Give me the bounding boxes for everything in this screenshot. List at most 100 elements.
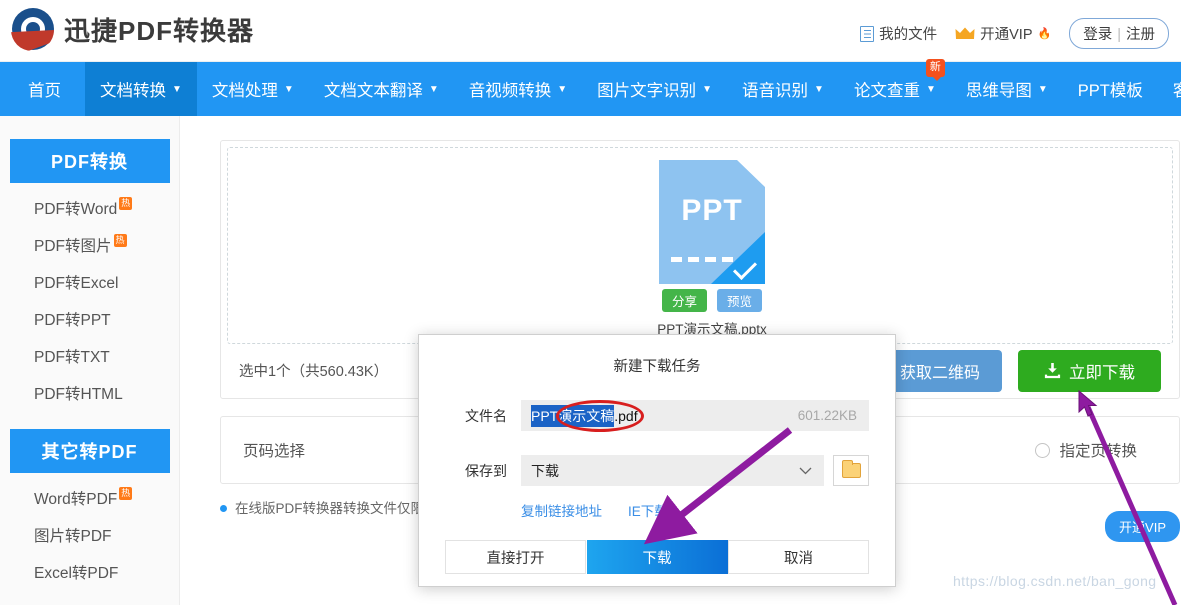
nav-item-paper-check[interactable]: 新 论文查重 ▼	[839, 59, 951, 116]
chevron-down-icon: ▼	[557, 84, 568, 95]
specified-page-option[interactable]: 指定页转换	[1035, 439, 1137, 461]
fire-icon: 🔥	[1037, 28, 1052, 40]
sidebar-item-label: Word转PDF	[34, 490, 118, 508]
nav-label: 客户端	[1173, 77, 1181, 101]
nav-item-mindmap[interactable]: 思维导图 ▼	[951, 62, 1063, 116]
site-logo[interactable]: 迅捷PDF转换器	[10, 6, 254, 52]
nav-item-home[interactable]: 首页	[0, 62, 85, 116]
nav-label: 文档处理	[211, 82, 278, 100]
nav-label: 图片文字识别	[597, 82, 697, 100]
note-open-vip-button[interactable]: 开通VIP	[1105, 511, 1180, 542]
file-dropzone[interactable]: PPT 分享 预览 PPT演示文稿.pptx	[227, 147, 1173, 344]
folder-icon	[841, 460, 861, 478]
open-vip-link[interactable]: 开通VIP 🔥	[955, 23, 1051, 44]
sidebar-list-pdf-convert: PDF转Word 热 PDF转图片 热 PDF转Excel PDF转PPT PD…	[0, 189, 179, 411]
login-separator: |	[1117, 27, 1121, 43]
chevron-down-icon: ▼	[283, 84, 294, 95]
ie-download-link[interactable]: IE下载	[628, 500, 668, 520]
nav-item-doc-convert[interactable]: 文档转换 ▼	[85, 62, 197, 116]
main-navigation: 首页 文档转换 ▼ 文档处理 ▼ 文档文本翻译 ▼ 音视频转换 ▼ 图片文字识别…	[0, 59, 1181, 116]
brand-logo-icon	[10, 6, 56, 52]
close-icon[interactable]: close-icon	[861, 345, 883, 367]
nav-item-doc-translate[interactable]: 文档文本翻译 ▼	[309, 62, 454, 116]
sidebar-item-pdf-to-ppt[interactable]: PDF转PPT	[0, 300, 179, 337]
chevron-down-icon: ▼	[702, 84, 713, 95]
sidebar-item-word-to-pdf[interactable]: Word转PDF 热	[0, 479, 179, 516]
copy-link-address-link[interactable]: 复制链接地址	[521, 500, 602, 520]
preview-button[interactable]: 预览	[717, 289, 763, 312]
sidebar-item-pdf-to-word[interactable]: PDF转Word 热	[0, 189, 179, 226]
sidebar-item-label: PDF转Word	[34, 200, 118, 218]
download-now-button[interactable]: 立即下载	[1018, 349, 1161, 392]
my-files-link[interactable]: 我的文件	[860, 23, 937, 44]
ppt-file-icon: PPT	[659, 160, 765, 284]
register-label: 注册	[1126, 27, 1155, 43]
open-directly-button[interactable]: 直接打开	[445, 540, 586, 574]
filename-row: 文件名 PPT演示文稿 .pdf 601.22KB	[419, 400, 895, 431]
nav-label: 音视频转换	[468, 82, 552, 100]
sidebar-item-label: PDF转HTML	[34, 385, 123, 403]
watermark-text: https://blog.csdn.net/ban_gong	[953, 573, 1157, 589]
page-root: 迅捷PDF转换器 我的文件 开通VIP 🔥 登录 | 注册 首页 文档转换 ▼ …	[0, 0, 1181, 605]
dialog-cancel-button[interactable]: 取消	[728, 540, 869, 574]
login-register-button[interactable]: 登录 | 注册	[1069, 18, 1169, 49]
sidebar-item-excel-to-pdf[interactable]: Excel转PDF	[0, 553, 179, 590]
dialog-download-button[interactable]: 下载	[586, 540, 728, 574]
dialog-links: 复制链接地址 IE下载	[419, 486, 895, 520]
sidebar: PDF转换 PDF转Word 热 PDF转图片 热 PDF转Excel PDF转…	[0, 116, 180, 605]
crown-icon	[955, 27, 975, 40]
sidebar-item-pdf-to-txt[interactable]: PDF转TXT	[0, 337, 179, 374]
sidebar-item-label: PDF转PPT	[34, 311, 111, 329]
hot-tag-icon: 热	[113, 234, 127, 247]
nav-item-av-convert[interactable]: 音视频转换 ▼	[454, 62, 582, 116]
open-vip-label: 开通VIP	[980, 27, 1033, 43]
selection-summary: 选中1个（共560.43K）	[239, 364, 389, 380]
saveto-select[interactable]: 下载	[521, 455, 824, 486]
nav-label: 论文查重	[853, 82, 920, 100]
file-panel-actions: 获取二维码 立即下载	[877, 349, 1161, 392]
chevron-down-icon: ▼	[814, 84, 824, 95]
my-files-label: 我的文件	[879, 27, 938, 43]
hot-tag-icon: 热	[119, 487, 133, 500]
filename-input[interactable]: PPT演示文稿 .pdf 601.22KB	[521, 400, 869, 431]
share-button[interactable]: 分享	[661, 289, 707, 312]
site-header: 迅捷PDF转换器 我的文件 开通VIP 🔥 登录 | 注册	[0, 0, 1181, 62]
sidebar-item-pdf-to-excel[interactable]: PDF转Excel	[0, 263, 179, 300]
document-list-icon	[860, 25, 875, 42]
filename-label: 文件名	[465, 407, 507, 424]
logo-text: 迅捷PDF转换器	[64, 15, 255, 46]
ppt-type-label: PPT	[681, 194, 743, 227]
nav-item-speech[interactable]: 语音识别 ▼	[727, 62, 839, 116]
sidebar-item-label: Excel转PDF	[34, 564, 119, 582]
nav-item-ocr[interactable]: 图片文字识别 ▼	[582, 62, 727, 116]
nav-label: 文档文本翻译	[323, 82, 423, 100]
header-actions: 我的文件 开通VIP 🔥 登录 | 注册	[860, 18, 1169, 49]
download-now-label: 立即下载	[1069, 363, 1135, 382]
download-icon	[1044, 362, 1061, 379]
hot-tag-icon: 热	[119, 197, 133, 210]
file-size-label: 601.22KB	[797, 408, 857, 423]
sidebar-item-image-to-pdf[interactable]: 图片转PDF	[0, 516, 179, 553]
sidebar-item-pdf-to-image[interactable]: PDF转图片 热	[0, 226, 179, 263]
sidebar-item-label: PDF转TXT	[34, 348, 110, 366]
browse-folder-button[interactable]	[833, 455, 869, 486]
file-card-actions: 分享 预览	[652, 289, 772, 312]
radio-unchecked-icon[interactable]	[1035, 442, 1051, 458]
sidebar-group-title-other-to-pdf: 其它转PDF	[9, 429, 170, 473]
specified-page-label: 指定页转换	[1059, 443, 1137, 460]
sidebar-item-pdf-to-html[interactable]: PDF转HTML	[0, 374, 179, 411]
saveto-row: 保存到 下载	[419, 455, 895, 486]
qr-code-button[interactable]: 获取二维码	[877, 349, 1002, 392]
chevron-down-icon: ▼	[1037, 84, 1048, 95]
nav-item-ppt-template[interactable]: PPT模板	[1063, 62, 1158, 116]
nav-item-client[interactable]: 客户端 ▼	[1158, 62, 1181, 116]
chevron-down-icon: ▼	[172, 84, 182, 95]
nav-label: 首页	[28, 82, 61, 100]
nav-item-doc-process[interactable]: 文档处理 ▼	[197, 62, 309, 116]
new-download-task-dialog: 新建下载任务 close-icon 文件名 PPT演示文稿.pdf 601.22…	[418, 334, 896, 587]
saveto-label: 保存到	[465, 462, 507, 479]
file-card[interactable]: PPT 分享 预览 PPT演示文稿.pptx	[652, 160, 772, 338]
filename-selected-text: PPT演示文稿	[531, 404, 615, 427]
sidebar-item-label: PDF转Excel	[34, 274, 119, 292]
page-select-label: 页码选择	[243, 443, 306, 460]
